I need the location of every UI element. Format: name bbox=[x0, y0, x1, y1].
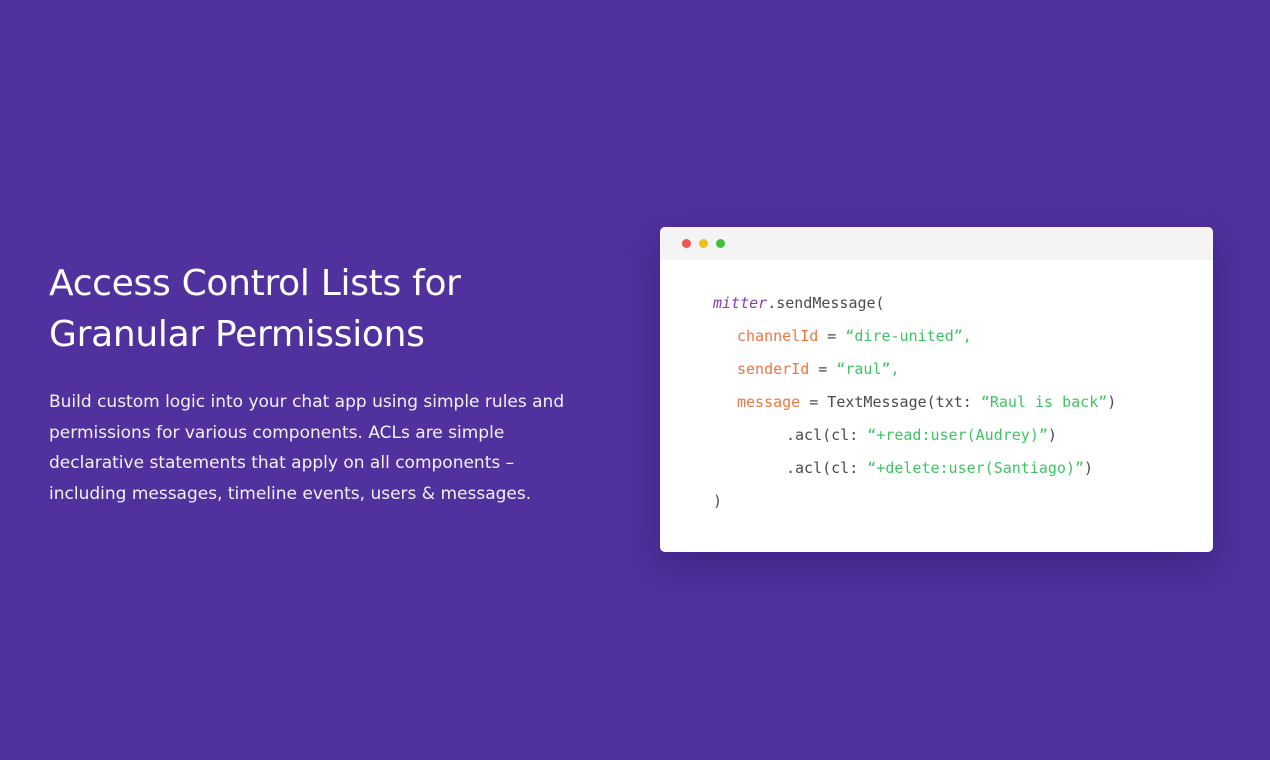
title-line-2: Granular Permissions bbox=[49, 314, 425, 355]
code-close-paren: ) bbox=[1047, 426, 1057, 444]
title-line-1: Access Control Lists for bbox=[49, 263, 461, 304]
code-key-channel: channelId bbox=[737, 327, 819, 345]
section-title: Access Control Lists for Granular Permis… bbox=[49, 258, 579, 360]
code-window: mitter.sendMessage( channelId = “dire-un… bbox=[660, 227, 1213, 552]
code-string-acl-read: “+read:user(Audrey)” bbox=[867, 426, 1048, 444]
code-line-3: senderId = “raul”, bbox=[737, 353, 900, 386]
code-line-7: ) bbox=[713, 485, 722, 518]
description-line-2: permissions for various components. ACLs… bbox=[49, 422, 505, 443]
description-line-3: declarative statements that apply on all… bbox=[49, 453, 515, 473]
code-string-sender: “raul”, bbox=[836, 360, 900, 378]
code-key-sender: senderId bbox=[737, 360, 810, 378]
code-final-paren: ) bbox=[713, 492, 723, 510]
code-line-4: message = TextMessage(txt: “Raul is back… bbox=[737, 386, 1116, 419]
code-object: mitter bbox=[713, 294, 768, 312]
description-line-4: including messages, timeline events, use… bbox=[49, 483, 532, 504]
code-acl-call: .acl(cl: bbox=[786, 426, 868, 444]
maximize-dot-icon bbox=[716, 239, 725, 248]
code-close-paren: ) bbox=[1084, 459, 1094, 477]
code-close-paren: ) bbox=[1107, 393, 1117, 411]
close-dot-icon bbox=[682, 239, 691, 248]
code-key-message: message bbox=[737, 393, 801, 411]
description-line-1: Build custom logic into your chat app us… bbox=[49, 392, 565, 412]
code-line-6: .acl(cl: “+delete:user(Santiago)”) bbox=[786, 452, 1093, 485]
feature-section: Access Control Lists for Granular Permis… bbox=[49, 258, 579, 509]
code-line-1: mitter.sendMessage( bbox=[713, 287, 885, 320]
code-operator: = bbox=[809, 360, 837, 378]
code-acl-call: .acl(cl: bbox=[786, 459, 868, 477]
code-constructor: = TextMessage(txt: bbox=[800, 393, 981, 411]
code-string-channel: “dire-united”, bbox=[845, 327, 972, 345]
code-line-2: channelId = “dire-united”, bbox=[737, 320, 972, 353]
code-operator: = bbox=[818, 327, 846, 345]
section-description: Build custom logic into your chat app us… bbox=[49, 387, 579, 509]
code-string-message: “Raul is back” bbox=[980, 393, 1108, 411]
window-title-bar bbox=[660, 227, 1213, 260]
code-line-5: .acl(cl: “+read:user(Audrey)”) bbox=[786, 419, 1057, 452]
minimize-dot-icon bbox=[699, 239, 708, 248]
code-string-acl-delete: “+delete:user(Santiago)” bbox=[867, 459, 1085, 477]
code-method: .sendMessage( bbox=[767, 294, 885, 312]
